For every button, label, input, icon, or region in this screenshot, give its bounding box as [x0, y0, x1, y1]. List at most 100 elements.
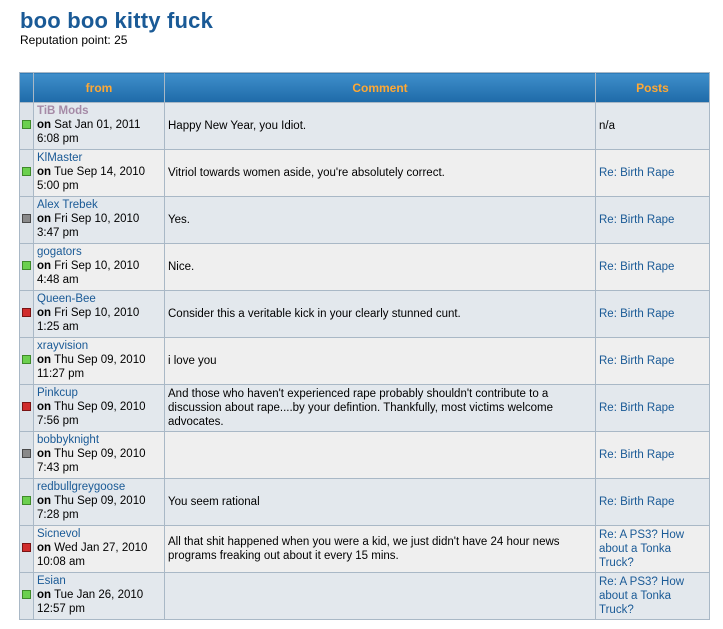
date-text: Thu Sep 09, 2010: [54, 448, 146, 460]
reputation-green-icon: [22, 167, 31, 176]
posts-cell: Re: Birth Rape: [595, 337, 710, 385]
table-row: KlMaster on Tue Sep 14, 2010 5:00 pm Vitrio…: [19, 149, 710, 197]
post-link[interactable]: Re: A PS3? How about a Tonka Truck?: [599, 529, 684, 569]
on-label: on: [37, 119, 52, 131]
username-link[interactable]: Queen-Bee: [37, 293, 96, 305]
post-link[interactable]: Re: Birth Rape: [599, 402, 674, 414]
from-cell: Esian on Tue Jan 26, 2010 12:57 pm: [33, 572, 165, 620]
header-corner: [19, 72, 34, 103]
comment-cell: You seem rational: [164, 478, 596, 526]
on-label: on: [37, 542, 52, 554]
post-link[interactable]: Re: A PS3? How about a Tonka Truck?: [599, 576, 684, 616]
comment-text: Vitriol towards women aside, you're abso…: [168, 167, 445, 179]
comment-cell: All that shit happened when you were a k…: [164, 525, 596, 573]
comment-cell: [164, 431, 596, 479]
from-cell: xrayvision on Thu Sep 09, 2010 11:27 pm: [33, 337, 165, 385]
date-text: Wed Jan 27, 2010: [54, 542, 148, 554]
username-link[interactable]: bobbyknight: [37, 434, 99, 446]
reputation-gray-icon: [22, 214, 31, 223]
date-text: Tue Sep 14, 2010: [54, 166, 146, 178]
reputation-red-icon: [22, 402, 31, 411]
reputation-table: from Comment Posts TiB Mods on Sat Jan 01…: [19, 72, 710, 620]
from-cell: TiB Mods on Sat Jan 01, 2011 6:08 pm: [33, 102, 165, 150]
from-cell: gogators on Fri Sep 10, 2010 4:48 am: [33, 243, 165, 291]
username-link[interactable]: Esian: [37, 575, 66, 587]
date-text: Fri Sep 10, 2010: [54, 307, 140, 319]
on-label: on: [37, 166, 52, 178]
on-label: on: [37, 401, 52, 413]
reputation-green-icon: [22, 261, 31, 270]
table-row: TiB Mods on Sat Jan 01, 2011 6:08 pm Happy …: [19, 102, 710, 150]
comment-text: i love you: [168, 355, 217, 367]
table-row: Esian on Tue Jan 26, 2010 12:57 pm Re: A PS…: [19, 572, 710, 620]
table-row: gogators on Fri Sep 10, 2010 4:48 am Nice. R…: [19, 243, 710, 291]
post-link[interactable]: Re: Birth Rape: [599, 308, 674, 320]
username-link[interactable]: redbullgreygoose: [37, 481, 125, 493]
from-cell: Alex Trebek on Fri Sep 10, 2010 3:47 pm: [33, 196, 165, 244]
reputation-indicator-cell: [19, 102, 34, 150]
post-link[interactable]: Re: Birth Rape: [599, 261, 674, 273]
table-header-row: from Comment Posts: [19, 72, 710, 103]
post-value: n/a: [599, 120, 615, 132]
posts-cell: Re: Birth Rape: [595, 478, 710, 526]
time-text: 11:27 pm: [37, 368, 85, 380]
reputation-indicator-cell: [19, 290, 34, 338]
reputation-indicator-cell: [19, 525, 34, 573]
username-link[interactable]: Alex Trebek: [37, 199, 98, 211]
posts-cell: Re: Birth Rape: [595, 431, 710, 479]
username-link[interactable]: xrayvision: [37, 340, 88, 352]
comment-text: All that shit happened when you were a k…: [168, 536, 560, 562]
username-link[interactable]: Sicnevol: [37, 528, 80, 540]
comment-text: Consider this a veritable kick in your c…: [168, 308, 461, 320]
on-label: on: [37, 589, 52, 601]
reputation-indicator-cell: [19, 337, 34, 385]
comment-cell: Consider this a veritable kick in your c…: [164, 290, 596, 338]
table-row: bobbyknight on Thu Sep 09, 2010 7:43 pm Re:…: [19, 431, 710, 479]
time-text: 3:47 pm: [37, 227, 79, 239]
username-link[interactable]: KlMaster: [37, 152, 82, 164]
comment-text: You seem rational: [168, 496, 260, 508]
date-text: Thu Sep 09, 2010: [54, 495, 146, 507]
table-row: xrayvision on Thu Sep 09, 2010 11:27 pm i l…: [19, 337, 710, 385]
reputation-red-icon: [22, 308, 31, 317]
comment-cell: Vitriol towards women aside, you're abso…: [164, 149, 596, 197]
on-label: on: [37, 260, 52, 272]
comment-cell: Happy New Year, you Idiot.: [164, 102, 596, 150]
reputation-indicator-cell: [19, 431, 34, 479]
date-text: Thu Sep 09, 2010: [54, 354, 146, 366]
time-text: 6:08 pm: [37, 133, 79, 145]
post-link[interactable]: Re: Birth Rape: [599, 496, 674, 508]
username-link[interactable]: gogators: [37, 246, 82, 258]
reputation-indicator-cell: [19, 149, 34, 197]
from-cell: Queen-Bee on Fri Sep 10, 2010 1:25 am: [33, 290, 165, 338]
posts-cell: Re: Birth Rape: [595, 196, 710, 244]
time-text: 1:25 am: [37, 321, 79, 333]
post-link[interactable]: Re: Birth Rape: [599, 449, 674, 461]
on-label: on: [37, 213, 52, 225]
username-link[interactable]: TiB Mods: [37, 105, 89, 117]
profile-username: boo boo kitty fuck: [20, 8, 214, 33]
comment-cell: Yes.: [164, 196, 596, 244]
date-text: Fri Sep 10, 2010: [54, 260, 140, 272]
date-text: Sat Jan 01, 2011: [54, 119, 141, 131]
post-link[interactable]: Re: Birth Rape: [599, 214, 674, 226]
date-text: Tue Jan 26, 2010: [54, 589, 144, 601]
table-row: Pinkcup on Thu Sep 09, 2010 7:56 pm And tho…: [19, 384, 710, 432]
post-link[interactable]: Re: Birth Rape: [599, 355, 674, 367]
time-text: 10:08 am: [37, 556, 85, 568]
time-text: 7:43 pm: [37, 462, 79, 474]
posts-cell: Re: Birth Rape: [595, 243, 710, 291]
posts-cell: Re: Birth Rape: [595, 149, 710, 197]
post-link[interactable]: Re: Birth Rape: [599, 167, 674, 179]
table-body: TiB Mods on Sat Jan 01, 2011 6:08 pm Happy …: [19, 102, 710, 620]
reputation-indicator-cell: [19, 384, 34, 432]
comment-text: Happy New Year, you Idiot.: [168, 120, 307, 132]
on-label: on: [37, 495, 52, 507]
time-text: 7:28 pm: [37, 509, 79, 521]
reputation-points: Reputation point: 25: [20, 33, 128, 47]
table-row: redbullgreygoose on Thu Sep 09, 2010 7:28 …: [19, 478, 710, 526]
header-from: from: [33, 72, 165, 103]
comment-text: And those who haven't experienced rape p…: [168, 388, 553, 428]
username-link[interactable]: Pinkcup: [37, 387, 78, 399]
reputation-green-icon: [22, 120, 31, 129]
